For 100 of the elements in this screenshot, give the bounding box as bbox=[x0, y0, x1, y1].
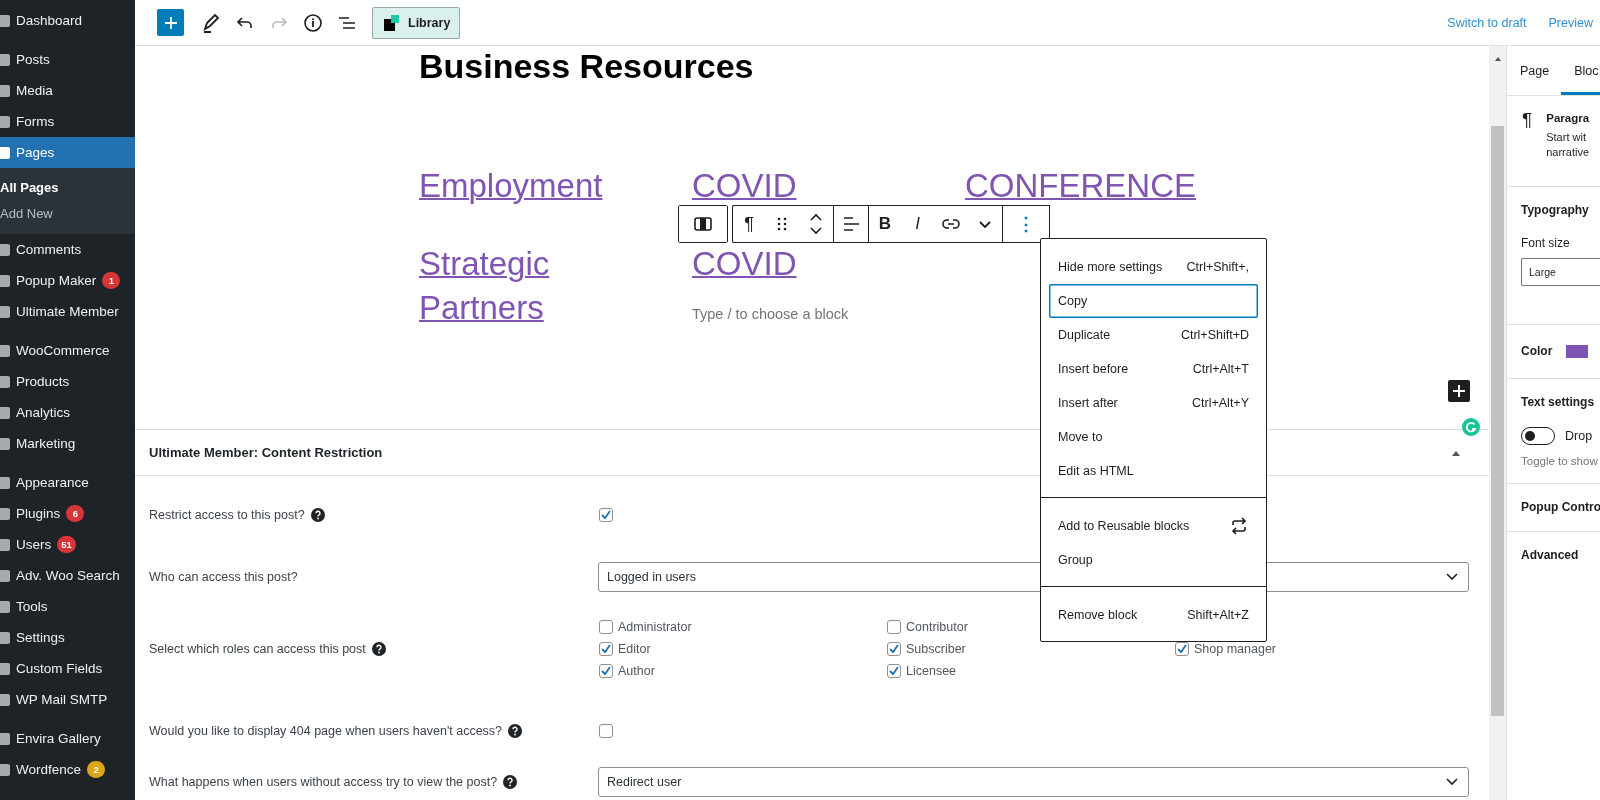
sidebar-item[interactable]: Pages bbox=[0, 137, 135, 168]
sidebar-item[interactable]: Wordfence 2 bbox=[0, 754, 135, 785]
sidebar-item[interactable]: Posts bbox=[0, 44, 135, 75]
sidebar-item[interactable]: Media bbox=[0, 75, 135, 106]
menu-item[interactable]: Duplicate Ctrl+Shift+D bbox=[1049, 318, 1258, 352]
role-checkbox[interactable]: Editor bbox=[598, 640, 886, 658]
align-left-icon[interactable] bbox=[833, 205, 868, 243]
role-checkbox[interactable]: Administrator bbox=[598, 618, 886, 636]
sidebar-item[interactable]: Comments bbox=[0, 234, 135, 265]
count-badge: 2 bbox=[87, 761, 106, 778]
columns-icon[interactable] bbox=[679, 206, 727, 242]
toolbar-button[interactable]: ¶ bbox=[732, 205, 765, 243]
role-label: Licensee bbox=[906, 664, 957, 678]
sidebar-item[interactable]: Popup Maker 1 bbox=[0, 265, 135, 296]
header-link[interactable]: Switch to draft bbox=[1447, 15, 1527, 30]
library-button[interactable]: Library bbox=[372, 6, 461, 39]
scrollbar-thumb[interactable] bbox=[1491, 126, 1504, 716]
shortcut-text: Ctrl+Shift+D bbox=[1180, 328, 1249, 342]
panel-tab[interactable]: Page bbox=[1507, 46, 1562, 95]
color-swatch[interactable] bbox=[1566, 344, 1589, 358]
menu-item[interactable]: Add to Reusable blocks bbox=[1049, 509, 1258, 543]
page-link[interactable]: COVID bbox=[692, 242, 797, 286]
checkbox[interactable] bbox=[599, 508, 613, 522]
role-checkbox[interactable]: Licensee bbox=[886, 662, 1174, 680]
page-link[interactable]: Employment bbox=[419, 164, 603, 208]
role-label: Administrator bbox=[618, 620, 692, 634]
block-placeholder[interactable]: Type / to choose a block bbox=[692, 306, 849, 322]
help-icon[interactable] bbox=[508, 724, 523, 738]
section-title[interactable]: Advanced bbox=[1521, 548, 1579, 562]
section-title[interactable]: Typography bbox=[1521, 203, 1589, 217]
menu-item[interactable]: Move to bbox=[1049, 420, 1258, 454]
help-icon[interactable] bbox=[503, 775, 518, 789]
shortcut-text: Ctrl+Alt+T bbox=[1192, 362, 1249, 376]
section-title[interactable]: Popup Contro bbox=[1521, 500, 1600, 514]
role-checkbox[interactable]: Subscriber bbox=[886, 640, 1174, 658]
menu-item[interactable]: Hide more settings Ctrl+Shift+, bbox=[1049, 250, 1258, 284]
select-field[interactable]: Redirect user bbox=[598, 767, 1469, 797]
sidebar-item[interactable]: WooCommerce bbox=[0, 335, 135, 366]
role-checkbox[interactable]: Author bbox=[598, 662, 886, 680]
sidebar-item[interactable]: Analytics bbox=[0, 397, 135, 428]
scrollbar[interactable] bbox=[1489, 46, 1506, 800]
checkbox[interactable] bbox=[887, 664, 901, 678]
page-title[interactable]: Business Resources bbox=[419, 46, 1489, 86]
count-badge: 51 bbox=[57, 536, 76, 553]
sidebar-item[interactable]: Plugins 6 bbox=[0, 498, 135, 529]
sidebar-item[interactable]: Custom Fields bbox=[0, 653, 135, 684]
sidebar-item[interactable]: Appearance bbox=[0, 467, 135, 498]
chevron-down-icon bbox=[1446, 778, 1458, 786]
checkbox[interactable] bbox=[599, 620, 613, 634]
add-block-button[interactable] bbox=[157, 9, 184, 36]
menu-item[interactable]: Copy bbox=[1049, 284, 1258, 318]
help-icon[interactable] bbox=[310, 508, 325, 522]
repeat-arrows-icon bbox=[1229, 516, 1249, 536]
sidebar-item[interactable]: Marketing bbox=[0, 428, 135, 459]
sidebar-item[interactable]: WP Mail SMTP bbox=[0, 684, 135, 715]
sidebar-item[interactable]: Users 51 bbox=[0, 529, 135, 560]
plus-icon[interactable] bbox=[1448, 380, 1470, 402]
help-icon[interactable] bbox=[371, 642, 386, 656]
panel-tab[interactable]: Bloc bbox=[1561, 46, 1600, 95]
font-size-select[interactable]: Large bbox=[1521, 258, 1600, 286]
role-label: Shop manager bbox=[1194, 642, 1276, 656]
sidebar-item[interactable]: Forms bbox=[0, 106, 135, 137]
sidebar-item[interactable]: Settings bbox=[0, 622, 135, 653]
sidebar-item[interactable]: Dashboard bbox=[0, 5, 135, 36]
checkbox[interactable] bbox=[1175, 642, 1189, 656]
header-link[interactable]: Preview bbox=[1548, 15, 1593, 30]
role-checkbox[interactable]: Shop manager bbox=[1174, 640, 1462, 658]
checkbox[interactable] bbox=[599, 724, 613, 738]
sidebar-item[interactable]: Envira Gallery bbox=[0, 723, 135, 754]
plus-icon bbox=[162, 14, 179, 31]
chevron-down-icon bbox=[1446, 573, 1458, 581]
toggle-switch[interactable] bbox=[1521, 427, 1555, 445]
checkbox[interactable] bbox=[887, 620, 901, 634]
submenu-item[interactable]: Add New bbox=[0, 201, 135, 227]
role-label: Subscriber bbox=[906, 642, 966, 656]
field-label: What happens when users without access try to view the post? bbox=[149, 775, 498, 789]
submenu-item[interactable]: All Pages bbox=[0, 175, 135, 201]
checkbox[interactable] bbox=[599, 664, 613, 678]
menu-item[interactable]: Insert after Ctrl+Alt+Y bbox=[1049, 386, 1258, 420]
menu-item[interactable]: Edit as HTML bbox=[1049, 454, 1258, 488]
section-title[interactable]: Text settings bbox=[1521, 395, 1595, 409]
page-link[interactable]: CONFERENCE bbox=[965, 164, 1197, 208]
sidebar-item[interactable]: Products bbox=[0, 366, 135, 397]
chevron-down-icon[interactable] bbox=[968, 205, 1002, 243]
checkbox[interactable] bbox=[887, 642, 901, 656]
up-down-arrows-icon[interactable] bbox=[799, 205, 833, 243]
page-link[interactable]: Strategic Partners bbox=[419, 242, 659, 330]
toolbar-button[interactable]: B bbox=[868, 205, 901, 243]
section-title[interactable]: Color bbox=[1521, 344, 1553, 358]
checkbox[interactable] bbox=[599, 642, 613, 656]
field-label: Who can access this post? bbox=[149, 570, 298, 584]
page-link[interactable]: COVID bbox=[692, 164, 797, 208]
sidebar-item[interactable]: Ultimate Member bbox=[0, 296, 135, 327]
sidebar-item[interactable]: Tools bbox=[0, 591, 135, 622]
sidebar-item[interactable]: Adv. Woo Search bbox=[0, 560, 135, 591]
field-label: Would you like to display 404 page when users haven't access? bbox=[149, 724, 503, 738]
toolbar-button[interactable]: ⋮ bbox=[1002, 205, 1050, 243]
menu-item[interactable]: Insert before Ctrl+Alt+T bbox=[1049, 352, 1258, 386]
count-badge: 1 bbox=[102, 272, 121, 289]
toolbar-button[interactable]: I bbox=[901, 205, 934, 243]
